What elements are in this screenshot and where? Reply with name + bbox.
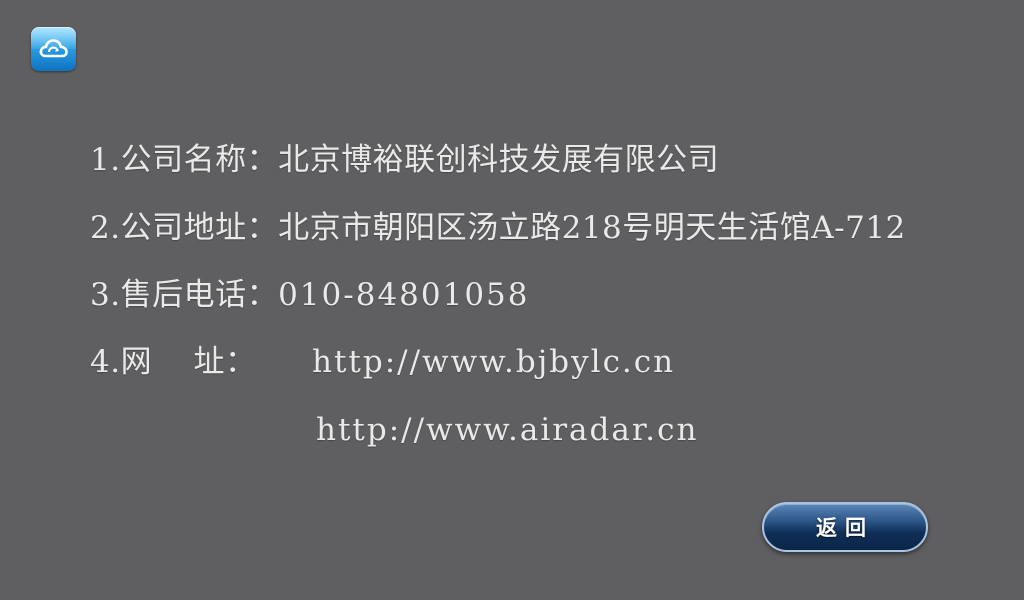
company-name-row: 1.公司名称：北京博裕联创科技发展有限公司	[90, 140, 719, 180]
company-name-value: 北京博裕联创科技发展有限公司	[278, 142, 720, 178]
phone-value: 010-84801058	[278, 277, 530, 313]
website-link-secondary[interactable]: http://www.airadar.cn	[316, 412, 698, 448]
cloud-icon-glyph	[39, 39, 68, 58]
website-link-primary[interactable]: http://www.bjbylc.cn	[312, 344, 675, 380]
website-row-secondary: http://www.airadar.cn	[316, 410, 698, 450]
address-label: 2.公司地址：	[90, 210, 279, 246]
phone-label: 3.售后电话：	[90, 277, 279, 313]
address-value: 北京市朝阳区汤立路218号明天生活馆A-712	[278, 210, 906, 246]
company-name-label: 1.公司名称：	[90, 142, 279, 178]
about-screen: 1.公司名称：北京博裕联创科技发展有限公司 2.公司地址：北京市朝阳区汤立路21…	[0, 0, 1024, 600]
phone-row: 3.售后电话：010-84801058	[90, 275, 530, 315]
back-button[interactable]: 返回	[762, 502, 928, 552]
cloud-sync-icon[interactable]	[31, 27, 76, 71]
website-row: 4.网 址： http://www.bjbylc.cn	[90, 342, 675, 382]
website-label: 4.网 址：	[90, 344, 257, 380]
address-row: 2.公司地址：北京市朝阳区汤立路218号明天生活馆A-712	[90, 208, 906, 248]
back-button-label: 返回	[816, 516, 874, 540]
